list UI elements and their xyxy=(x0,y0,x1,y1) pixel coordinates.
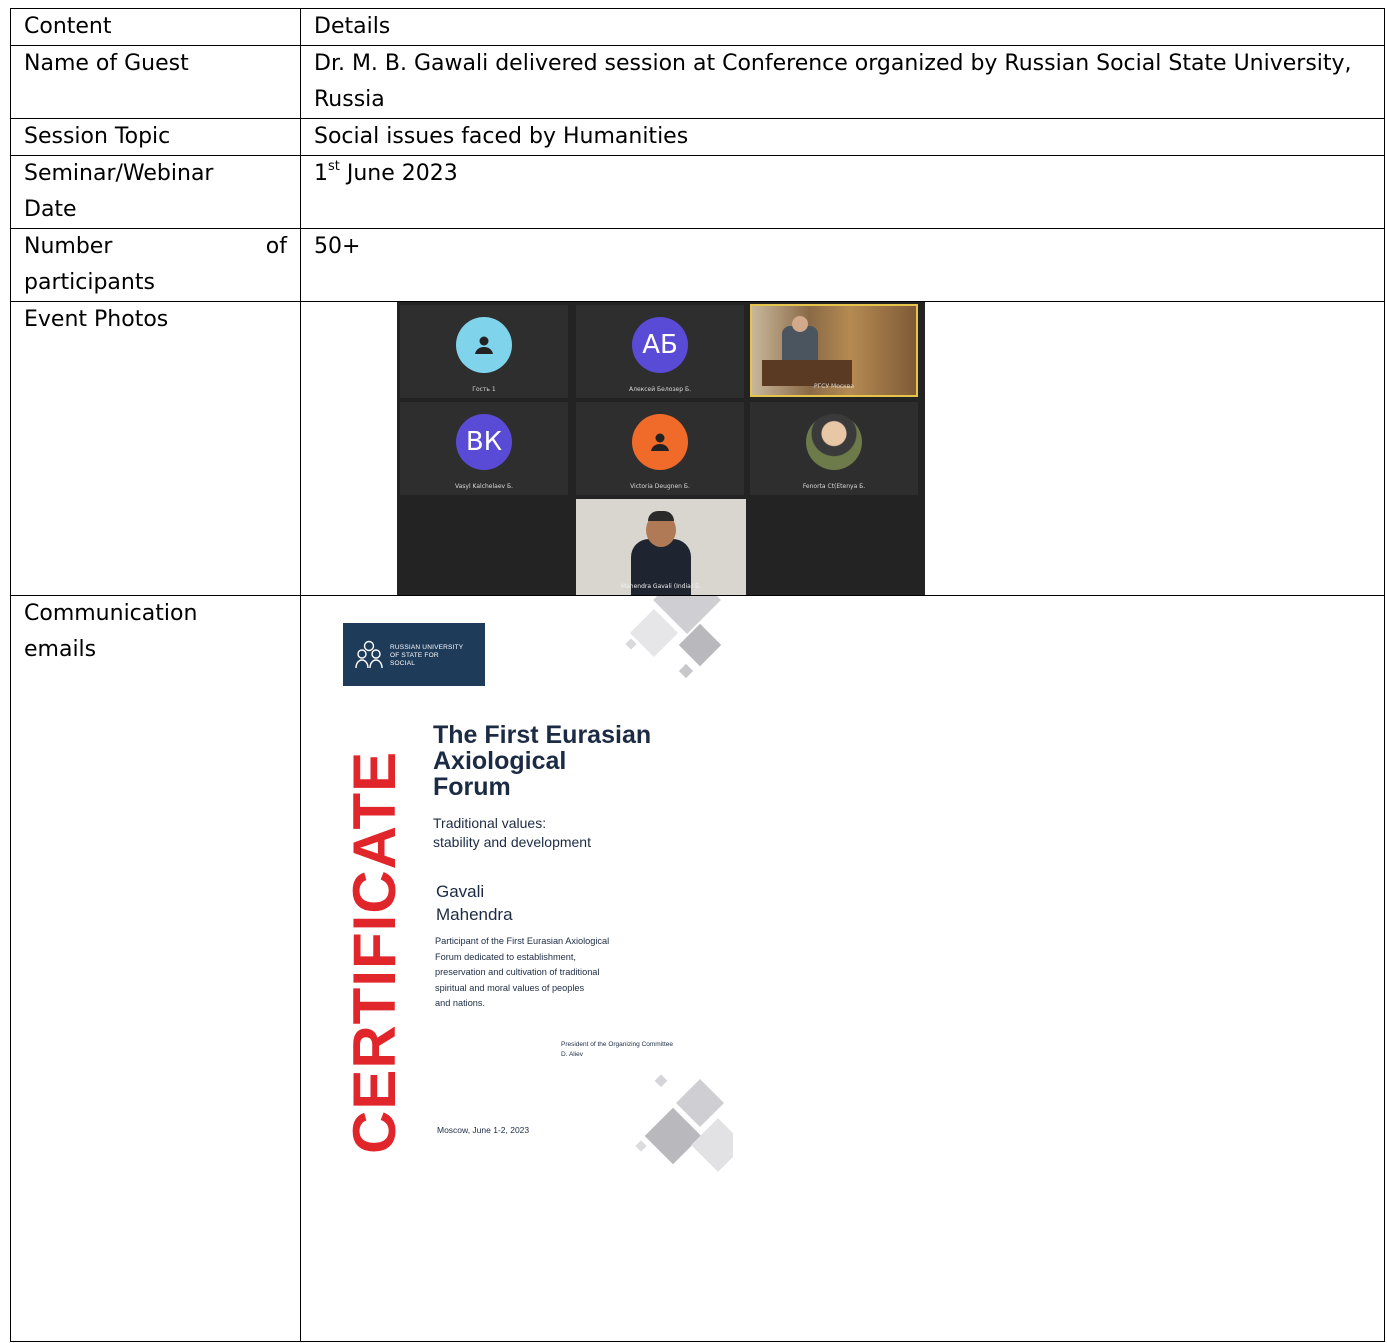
participant-tile: Гость 1 xyxy=(400,305,568,398)
participant-caption: Алексей Белозер Б. xyxy=(629,386,691,393)
logo-text-line: SOCIAL xyxy=(390,660,416,667)
guest-label: Name of Guest xyxy=(10,45,301,119)
date-label-line2: Date xyxy=(24,197,77,222)
participant-tile: Fenorta Ct(Etenya Б. xyxy=(750,402,918,495)
photo-avatar xyxy=(806,414,862,470)
guest-value: Dr. M. B. Gawali delivered session at Co… xyxy=(300,45,1385,119)
participant-caption: Fenorta Ct(Etenya Б. xyxy=(802,483,866,490)
header-details-cell: Details xyxy=(300,8,1385,46)
emails-label-line2: emails xyxy=(24,637,97,662)
logo-text-line: OF STATE FOR xyxy=(390,652,439,659)
name-line: Mahendra xyxy=(436,905,513,924)
participant-tile-active: РГСУ Москва xyxy=(750,304,918,397)
university-logo: RUSSIAN UNIVERSITY OF STATE FOR SOCIAL xyxy=(343,623,485,686)
desc-line: and nations. xyxy=(435,998,486,1008)
participant-caption: Mahendra Gavali (India) Б. xyxy=(620,583,702,590)
title-line: Axiological xyxy=(433,747,567,775)
emails-label: Communication emails xyxy=(10,595,301,1342)
participant-caption: Гость 1 xyxy=(472,386,496,393)
people-logo-icon xyxy=(355,640,383,669)
event-photo-screenshot: Гость 1 АБ Алексей Белозер Б. РГСУ Москв… xyxy=(397,302,925,595)
table-row: Content Details xyxy=(10,8,1385,46)
desc-line: preservation and cultivation of traditio… xyxy=(435,967,600,977)
emails-label-line1: Communication xyxy=(24,601,198,626)
initials-avatar: АБ xyxy=(632,317,688,373)
participant-caption: РГСУ Москва xyxy=(813,383,854,390)
date-label-line1: Seminar/Webinar xyxy=(24,161,214,186)
president-line: D. Aliev xyxy=(561,1051,584,1058)
date-rest: June 2023 xyxy=(339,161,458,186)
certificate-subtitle: Traditional values: stability and develo… xyxy=(433,814,673,852)
certificate-vertical-title: CERTIFICATE xyxy=(341,750,408,1154)
date-label: Seminar/Webinar Date xyxy=(10,155,301,229)
photos-cell: Гость 1 АБ Алексей Белозер Б. РГСУ Москв… xyxy=(300,301,1385,596)
date-suffix: st xyxy=(328,158,340,174)
participant-caption: Vasyl Kalchelaev Б. xyxy=(454,483,514,490)
logo-text-line: RUSSIAN UNIVERSITY xyxy=(390,644,464,651)
video-feed xyxy=(752,306,916,395)
person-icon xyxy=(632,414,688,470)
participants-label: Number of participants xyxy=(10,228,301,302)
logo-text: RUSSIAN UNIVERSITY OF STATE FOR SOCIAL xyxy=(390,644,463,668)
participant-tile: ВК Vasyl Kalchelaev Б. xyxy=(400,402,568,495)
decor-diamonds-bottom xyxy=(635,1074,733,1172)
desc-line: spiritual and moral values of peoples xyxy=(435,982,585,993)
title-line: Forum xyxy=(433,773,511,801)
participants-label-line2: participants xyxy=(24,270,155,295)
president-line: President of the Organizing Committee xyxy=(561,1041,673,1048)
desc-line: Participant of the First Eurasian Axiolo… xyxy=(435,936,610,946)
participants-label-word1: Number xyxy=(24,234,113,259)
initials-avatar: ВК xyxy=(456,414,512,470)
table-row: Event Photos Гость 1 АБ Алексей Белозер … xyxy=(10,301,1385,596)
emails-cell: RUSSIAN UNIVERSITY OF STATE FOR SOCIAL C… xyxy=(300,595,1385,1342)
certificate-description: Participant of the First Eurasian Axiolo… xyxy=(435,934,667,1012)
table-row: Seminar/Webinar Date 1st June 2023 xyxy=(10,155,1385,229)
table-row: Session Topic Social issues faced by Hum… xyxy=(10,118,1385,156)
topic-label: Session Topic xyxy=(10,118,301,156)
certificate-title: The First Eurasian Axiological Forum xyxy=(433,722,713,800)
table-row: Communication emails RUSSIAN UNIVERSITY … xyxy=(10,595,1385,1342)
video-feed xyxy=(576,499,746,595)
participant-tile: Mahendra Gavali (India) Б. xyxy=(576,499,746,595)
topic-value: Social issues faced by Humanities xyxy=(300,118,1385,156)
participants-value: 50+ xyxy=(300,228,1385,302)
photos-label: Event Photos xyxy=(10,301,301,596)
subtitle-line: stability and development xyxy=(433,834,591,850)
subtitle-line: Traditional values: xyxy=(433,815,547,831)
person-icon xyxy=(456,317,512,373)
desc-line: Forum dedicated to establishment, xyxy=(435,951,576,962)
participant-tile: Victoria Deugnen Б. xyxy=(576,402,744,495)
date-day: 1 xyxy=(314,161,328,186)
certificate-image: RUSSIAN UNIVERSITY OF STATE FOR SOCIAL C… xyxy=(323,596,733,1174)
title-line: The First Eurasian xyxy=(433,721,652,749)
participant-caption: Victoria Deugnen Б. xyxy=(630,483,690,490)
decor-diamonds-top xyxy=(625,596,722,679)
participants-label-word2: of xyxy=(265,234,287,259)
name-line: Gavali xyxy=(436,882,485,901)
certificate-place-date: Moscow, June 1-2, 2023 xyxy=(437,1125,530,1135)
participant-tile: АБ Алексей Белозер Б. xyxy=(576,305,744,398)
details-table: Content Details Name of Guest Dr. M. B. … xyxy=(10,8,1385,1342)
recipient-name: Gavali Mahendra xyxy=(436,880,513,926)
date-value: 1st June 2023 xyxy=(300,155,1385,229)
header-content-cell: Content xyxy=(10,8,301,46)
president-signature: President of the Organizing Committee D.… xyxy=(561,1040,673,1060)
table-row: Number of participants 50+ xyxy=(10,228,1385,302)
table-row: Name of Guest Dr. M. B. Gawali delivered… xyxy=(10,45,1385,119)
